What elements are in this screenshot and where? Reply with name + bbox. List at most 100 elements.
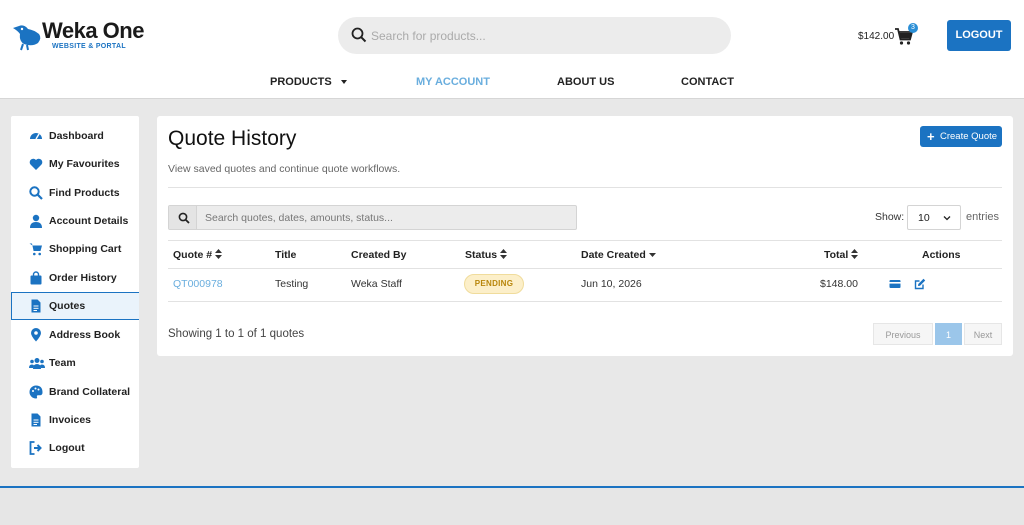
sidebar-item-logout[interactable]: Logout [11,434,139,462]
quote-date: Jun 10, 2026 [581,278,642,290]
user-icon [30,214,42,228]
quote-total: $148.00 [820,278,858,290]
sidebar-item-invoices[interactable]: Invoices [11,406,139,434]
pagination-page-1[interactable]: 1 [935,323,962,345]
team-icon [29,358,45,369]
quote-created-by: Weka Staff [351,278,402,290]
sidebar-item-label: Dashboard [49,130,104,142]
cart-total[interactable]: $142.00 [858,31,894,42]
brand-tagline: WEBSITE & PORTAL [52,43,126,50]
search-icon [178,212,190,224]
entries-label: entries [966,211,1000,223]
product-search-input[interactable] [371,25,711,47]
nav-my-account[interactable]: MY ACCOUNT [416,76,490,88]
page-title: Quote History [168,127,297,150]
sidebar-item-team[interactable]: Team [11,349,139,377]
column-header-quote[interactable]: Quote # [173,249,223,261]
column-header-date-created[interactable]: Date Created [581,249,656,261]
heart-icon [29,158,43,170]
sort-desc-icon [648,253,656,257]
chevron-down-icon [943,216,951,221]
page-description: View saved quotes and continue quote wor… [168,163,401,175]
account-sidebar: Dashboard My Favourites Find Products Ac… [11,116,139,468]
sidebar-item-my-favourites[interactable]: My Favourites [11,150,139,178]
cart-icon [29,243,42,256]
sidebar-item-label: Order History [49,272,117,284]
dashboard-icon [30,133,42,140]
column-header-label: Total [824,249,849,261]
sidebar-item-find-products[interactable]: Find Products [11,179,139,207]
column-header-created-by: Created By [351,249,407,261]
pagination-previous[interactable]: Previous [873,323,933,345]
sidebar-item-label: My Favourites [49,158,120,170]
sidebar-item-label: Brand Collateral [49,386,131,398]
sidebar-item-label: Logout [49,442,85,454]
sidebar-item-label: Team [49,357,76,369]
footer-bar [0,488,1024,525]
quote-search[interactable] [168,205,577,230]
create-quote-button[interactable]: + Create Quote [920,126,1002,147]
show-label: Show: [875,211,905,223]
weka-bird-icon [13,25,41,51]
brand-name: Weka One [42,18,144,43]
column-header-status[interactable]: Status [465,249,508,261]
bag-icon [30,271,42,285]
sidebar-item-label: Quotes [49,300,86,312]
nav-products[interactable]: PRODUCTS [270,76,347,88]
column-header-actions: Actions [922,249,961,261]
sort-icon [500,249,508,259]
logout-button[interactable]: LOGOUT [947,20,1011,51]
table-header-divider [168,268,1002,269]
nav-about-us[interactable]: ABOUT US [557,76,614,88]
sort-icon [851,249,859,259]
credit-card-icon[interactable] [889,278,901,290]
nav-contact[interactable]: CONTACT [681,76,734,88]
table-bottom-border [168,301,1002,302]
sidebar-item-label: Account Details [49,215,129,227]
sidebar-item-shopping-cart[interactable]: Shopping Cart [11,235,139,263]
cart-count-badge: 3 [908,23,918,33]
brand-logo[interactable]: Weka One WEBSITE & PORTAL [10,16,160,56]
plus-icon: + [927,129,935,144]
sidebar-item-quotes[interactable]: Quotes [11,292,139,320]
nav-products-label: PRODUCTS [270,76,332,88]
sidebar-item-order-history[interactable]: Order History [11,264,139,292]
edit-icon[interactable] [914,278,926,290]
invoice-icon [31,413,41,427]
page-size-select[interactable]: 10 [907,205,961,230]
palette-icon [29,385,43,399]
quote-title: Testing [275,278,309,290]
quote-history-panel: Quote History View saved quotes and cont… [157,116,1013,356]
sidebar-item-account-details[interactable]: Account Details [11,207,139,235]
column-header-label: Status [465,249,498,261]
logout-icon [29,441,42,455]
quote-number-link[interactable]: QT000978 [173,278,223,290]
sidebar-item-label: Find Products [49,187,120,199]
sort-icon [215,249,223,259]
table-info: Showing 1 to 1 of 1 quotes [168,328,305,340]
chevron-down-icon [340,80,347,85]
column-header-label: Quote # [173,249,213,261]
site-header: Weka One WEBSITE & PORTAL $142.00 3 LOGO… [0,0,1024,99]
sidebar-item-brand-collateral[interactable]: Brand Collateral [11,378,139,406]
quote-search-input[interactable] [205,209,565,226]
product-search[interactable] [338,17,731,54]
page-size-value: 10 [918,212,930,224]
document-icon [31,299,41,313]
column-header-title: Title [275,249,297,261]
search-icon [351,27,367,43]
pagination-next[interactable]: Next [964,323,1002,345]
sidebar-item-dashboard[interactable]: Dashboard [11,122,139,150]
search-icon [29,186,43,200]
header-divider [168,187,1002,188]
table-top-border [168,240,1002,241]
sidebar-item-label: Shopping Cart [49,243,122,255]
sidebar-item-address-book[interactable]: Address Book [11,321,139,349]
column-header-total[interactable]: Total [824,249,859,261]
sidebar-item-label: Invoices [49,414,92,426]
create-quote-label: Create Quote [940,131,998,142]
sidebar-item-label: Address Book [49,329,121,341]
column-header-label: Date Created [581,249,646,261]
status-badge: PENDING [464,274,524,294]
map-pin-icon [31,328,41,342]
